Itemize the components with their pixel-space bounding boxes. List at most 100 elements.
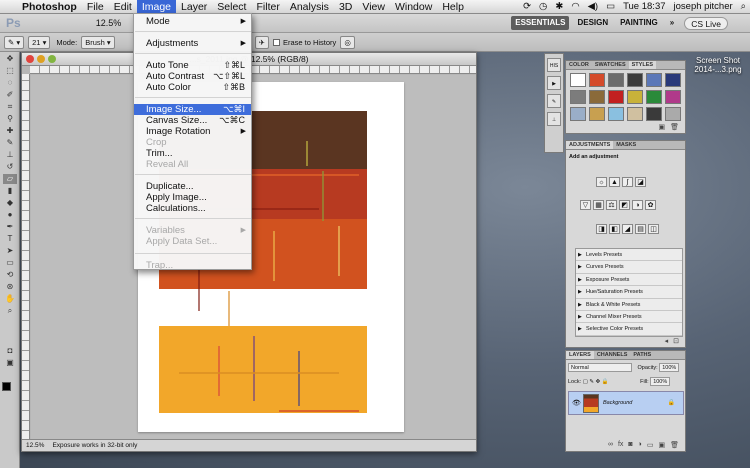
style-swatch[interactable] [627,90,643,104]
minimize-window-icon[interactable] [37,55,45,63]
status-info[interactable]: Exposure works in 32-bit only [48,440,141,451]
erase-history-checkbox[interactable] [272,38,280,46]
new-group-icon[interactable]: ▭ [647,441,654,450]
screen-mode-icon[interactable]: ▣ [3,358,17,368]
eyedropper-tool-icon[interactable]: ⚲ [3,114,17,124]
shape-tool-icon[interactable]: ▭ [3,258,17,268]
menu-edit[interactable]: Edit [109,0,137,14]
3d-rotate-icon[interactable]: ⟲ [3,270,17,280]
opacity-field[interactable]: 100% [659,363,680,373]
foreground-color-swatch[interactable] [2,382,11,391]
tab-adjustments[interactable]: ADJUSTMENTS [566,141,614,149]
blend-mode-select[interactable]: Normal [568,363,632,373]
blur-tool-icon[interactable]: ◆ [3,198,17,208]
workspace-painting[interactable]: PAINTING [616,16,662,30]
style-swatch[interactable] [570,107,586,121]
gradient-map-icon[interactable]: ▤ [635,224,646,234]
status-zoom[interactable]: 12.5% [22,440,48,451]
3d-orbit-icon[interactable]: ⊛ [3,282,17,292]
style-swatch[interactable] [589,90,605,104]
menu-item-calculations[interactable]: Calculations... [134,203,251,214]
brushes-panel-icon[interactable]: ✎ [547,94,561,108]
vertical-ruler[interactable] [22,74,30,440]
clip-to-layer-icon[interactable]: ⊡ [673,337,679,346]
tool-preset-picker[interactable]: ✎ ▾ [4,35,25,49]
style-swatch[interactable] [608,90,624,104]
tab-layers[interactable]: LAYERS [566,351,594,359]
menu-image[interactable]: Image [136,0,177,14]
menu-item-image-size[interactable]: Image Size... ⌥⌘I [134,104,251,115]
channel-mixer-icon[interactable]: ✿ [645,200,656,210]
dodge-tool-icon[interactable]: ● [3,210,17,220]
menu-select[interactable]: Select [212,0,251,14]
vibrance-icon[interactable]: ▽ [580,200,591,210]
delete-style-icon[interactable]: 🗑 [670,123,679,132]
levels-icon[interactable]: ▲ [609,177,620,187]
menu-item-apply-image[interactable]: Apply Image... [134,192,251,203]
new-layer-icon[interactable]: ▣ [658,441,665,450]
tab-swatches[interactable]: SWATCHES [592,61,629,69]
brush-tool-icon[interactable]: ✎ [3,138,17,148]
lock-image-icon[interactable]: ✎ [589,379,594,385]
hue-saturation-icon[interactable]: ▦ [593,200,604,210]
mode-select[interactable]: Brush ▾ [81,35,115,49]
menu-layer[interactable]: Layer [176,0,212,14]
clock[interactable]: Tue 18:37 [619,0,669,14]
posterize-icon[interactable]: ◧ [609,224,620,234]
brush-size-picker[interactable]: 21 ▾ [28,35,51,49]
wifi-icon[interactable]: ◠ [567,0,583,14]
healing-brush-icon[interactable]: ✚ [3,126,17,136]
menu-item-adjustments[interactable]: Adjustments ▶ [134,38,251,49]
tab-styles[interactable]: STYLES [628,61,657,69]
tab-masks[interactable]: MASKS [613,141,639,149]
exposure-icon[interactable]: ◪ [635,177,646,187]
style-swatch[interactable] [627,107,643,121]
lock-transparent-icon[interactable]: ▢ [583,379,588,385]
time-machine-icon[interactable]: ◷ [535,0,551,14]
pressure-icon[interactable]: ◎ [340,35,355,49]
desktop-file-icon[interactable]: Screen Shot 2014-...3.png [686,56,750,74]
menu-item-auto-tone[interactable]: Auto Tone ⇧⌘L [134,60,251,71]
type-tool-icon[interactable]: T [3,234,17,244]
new-style-icon[interactable]: ▣ [658,123,665,132]
tab-channels[interactable]: CHANNELS [594,351,631,359]
preset-item[interactable]: Levels Presets [576,249,682,262]
clone-stamp-icon[interactable]: ⊥ [3,150,17,160]
black-white-icon[interactable]: ◩ [619,200,630,210]
menu-item-auto-contrast[interactable]: Auto Contrast ⌥⇧⌘L [134,71,251,82]
preset-item[interactable]: Curves Presets [576,261,682,274]
workspace-more[interactable]: » [666,16,678,30]
bluetooth-icon[interactable]: ✱ [551,0,567,14]
workspace-essentials[interactable]: ESSENTIALS [511,16,570,30]
sync-icon[interactable]: ⟳ [519,0,535,14]
clone-source-panel-icon[interactable]: ⊥ [547,112,561,126]
cs-live-button[interactable]: CS Live [684,16,728,30]
layer-visibility-icon[interactable]: 👁 [572,399,581,407]
style-swatch[interactable] [608,107,624,121]
style-swatch[interactable] [589,107,605,121]
threshold-icon[interactable]: ◢ [622,224,633,234]
menu-help[interactable]: Help [437,0,469,14]
layer-row-background[interactable]: 👁 Background 🔒 [568,391,684,415]
preset-item[interactable]: Exposure Presets [576,274,682,287]
curves-icon[interactable]: ∫ [622,177,633,187]
menu-3d[interactable]: 3D [334,0,357,14]
style-swatch[interactable] [646,90,662,104]
lock-position-icon[interactable]: ✥ [596,379,601,385]
menu-item-mode[interactable]: Mode ▶ [134,16,251,27]
style-swatch[interactable] [570,90,586,104]
close-window-icon[interactable] [26,55,34,63]
hand-tool-icon[interactable]: ✋ [3,294,17,304]
zoom-level[interactable]: 12.5% [96,18,122,28]
user-name[interactable]: joseph pitcher [670,0,737,14]
gradient-tool-icon[interactable]: ▮ [3,186,17,196]
pen-tool-icon[interactable]: ✒ [3,222,17,232]
quick-mask-icon[interactable]: ◘ [3,346,17,356]
spotlight-icon[interactable]: ⌕ [737,0,750,14]
style-swatch[interactable] [665,90,681,104]
marquee-tool-icon[interactable]: ⬚ [3,66,17,76]
history-panel-icon[interactable]: HIS [547,58,561,72]
style-swatch[interactable] [665,107,681,121]
actions-panel-icon[interactable]: ▶ [547,76,561,90]
style-swatch[interactable] [665,73,681,87]
